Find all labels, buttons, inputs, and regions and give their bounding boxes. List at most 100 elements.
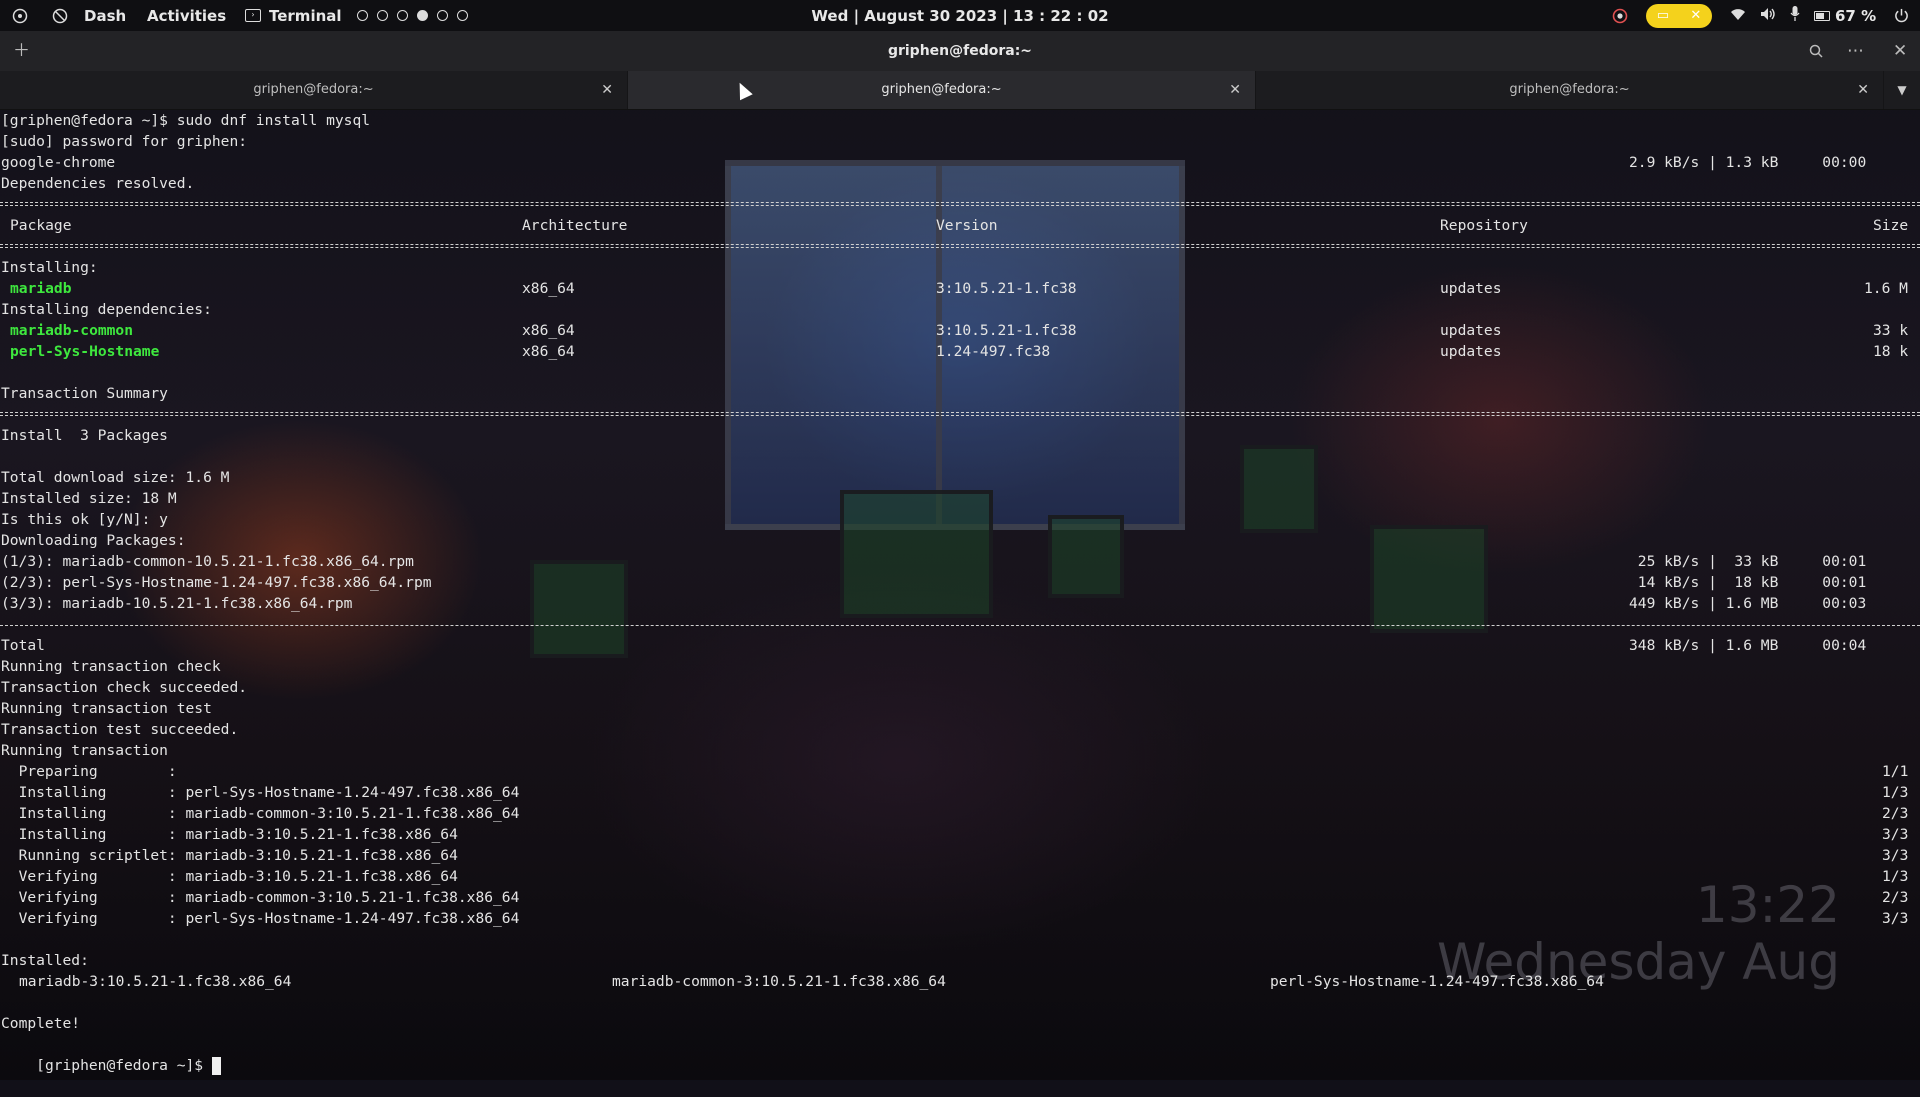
tab-2[interactable]: griphen@fedora:~ ✕: [628, 71, 1256, 109]
do-not-disturb-icon[interactable]: [52, 0, 68, 31]
close-tab-icon[interactable]: ✕: [1857, 71, 1869, 109]
deps-resolved: Dependencies resolved.: [1, 175, 195, 192]
action-line: Installing : mariadb-3:10.5.21-1.fc38.x8…: [1, 826, 458, 843]
action-count: 2/3: [1882, 805, 1909, 822]
tab-3[interactable]: griphen@fedora:~ ✕: [1256, 71, 1884, 109]
step-line: Transaction test succeeded.: [1, 721, 239, 738]
action-count: 1/3: [1882, 784, 1909, 801]
final-prompt: [griphen@fedora ~]$: [36, 1057, 204, 1074]
action-count: 3/3: [1882, 847, 1909, 864]
package-version: 3:10.5.21-1.fc38: [936, 322, 1077, 339]
action-count: 1/3: [1882, 868, 1909, 885]
sudo-prompt: [sudo] password for griphen:: [1, 133, 248, 150]
action-count: 3/3: [1882, 826, 1909, 843]
workspace-dot-3[interactable]: [397, 10, 408, 21]
top-bar: Dash Activities › Terminal Wed | August …: [0, 0, 1920, 31]
package-size: 33 k: [1873, 322, 1909, 339]
app-name: Terminal: [269, 6, 342, 25]
package-version: 1.24-497.fc38: [936, 343, 1051, 360]
system-status-area[interactable]: 67 %: [1730, 0, 1876, 31]
workspace-dot-5[interactable]: [437, 10, 448, 21]
workspace-dot-6[interactable]: [457, 10, 468, 21]
terminal-icon: ›: [245, 9, 261, 22]
transaction-summary: Transaction Summary: [1, 385, 168, 402]
confirm-prompt: Is this ok [y/N]: y: [1, 511, 168, 528]
screen-recorder-indicator[interactable]: ▭ ✕: [1646, 0, 1712, 31]
download-stats: 14 kB/s | 18 kB 00:01: [1629, 574, 1867, 591]
header-repo: Repository: [1440, 217, 1528, 234]
chrome-icon[interactable]: [1612, 0, 1628, 31]
package-arch: x86_64: [522, 322, 575, 339]
separator: [0, 202, 1920, 206]
tab-label: griphen@fedora:~: [1509, 82, 1630, 97]
package-size: 18 k: [1873, 343, 1909, 360]
tab-bar: griphen@fedora:~ ✕ griphen@fedora:~ ✕ gr…: [0, 71, 1920, 110]
package-name: mariadb-common: [10, 322, 134, 339]
menu-icon[interactable]: ⋯: [1847, 31, 1864, 71]
downloading-label: Downloading Packages:: [1, 532, 186, 549]
power-icon[interactable]: [1894, 0, 1909, 31]
battery-percent: 67 %: [1835, 6, 1877, 25]
total-label: Total: [1, 637, 45, 654]
header-version: Version: [936, 217, 998, 234]
power-menu-icon[interactable]: [12, 0, 28, 31]
package-repo: updates: [1440, 343, 1502, 360]
close-window-button[interactable]: ✕: [1893, 31, 1907, 71]
download-file: (3/3): mariadb-10.5.21-1.fc38.x86_64.rpm: [1, 595, 353, 612]
action-count: 1/1: [1882, 763, 1909, 780]
package-arch: x86_64: [522, 280, 575, 297]
separator: [0, 625, 1920, 626]
repo-stats: 2.9 kB/s | 1.3 kB 00:00: [1629, 154, 1867, 171]
battery-icon: [1814, 10, 1830, 21]
workspace-indicator[interactable]: [357, 0, 477, 31]
action-line: Installing : perl-Sys-Hostname-1.24-497.…: [1, 784, 520, 801]
download-stats: 25 kB/s | 33 kB 00:01: [1629, 553, 1867, 570]
activities-button[interactable]: Activities: [147, 0, 226, 31]
final-prompt-line[interactable]: [griphen@fedora ~]$: [1, 1034, 221, 1075]
battery-indicator: 67 %: [1814, 7, 1876, 25]
workspace-dot-4[interactable]: [417, 10, 428, 21]
close-tab-icon[interactable]: ✕: [1229, 71, 1241, 109]
tab-label: griphen@fedora:~: [253, 82, 374, 97]
action-count: 3/3: [1882, 910, 1909, 927]
header-arch: Architecture: [522, 217, 628, 234]
close-icon: ✕: [1690, 8, 1702, 23]
tab-overflow-dropdown-icon[interactable]: ▼: [1884, 71, 1920, 109]
workspace-dot-2[interactable]: [377, 10, 388, 21]
dash-button[interactable]: Dash: [84, 0, 126, 31]
monitor-icon: ▭: [1656, 8, 1669, 23]
terminal-headerbar: ＋ griphen@fedora:~ ⋯ ✕: [0, 31, 1920, 71]
package-repo: updates: [1440, 280, 1502, 297]
close-tab-icon[interactable]: ✕: [601, 71, 613, 109]
action-count: 2/3: [1882, 889, 1909, 906]
separator: [0, 412, 1920, 416]
step-line: Transaction check succeeded.: [1, 679, 248, 696]
total-stats: 348 kB/s | 1.6 MB 00:04: [1629, 637, 1867, 654]
tab-1[interactable]: griphen@fedora:~ ✕: [0, 71, 628, 109]
action-line: Installing : mariadb-common-3:10.5.21-1.…: [1, 805, 520, 822]
terminal-output[interactable]: [griphen@fedora ~]$ sudo dnf install mys…: [0, 110, 1920, 1080]
installing-label: Installing:: [1, 259, 98, 276]
package-name: mariadb: [10, 280, 72, 297]
package-repo: updates: [1440, 322, 1502, 339]
terminal-app-menu[interactable]: › Terminal: [245, 0, 342, 31]
step-line: Running transaction check: [1, 658, 221, 675]
installed-package: mariadb-common-3:10.5.21-1.fc38.x86_64: [612, 973, 946, 990]
workspace-dot-1[interactable]: [357, 10, 368, 21]
volume-icon: [1760, 7, 1776, 25]
tab-label: griphen@fedora:~: [881, 82, 1002, 97]
install-count: Install 3 Packages: [1, 427, 168, 444]
command-line: [griphen@fedora ~]$ sudo dnf install mys…: [1, 112, 371, 129]
repo-name: google-chrome: [1, 154, 116, 171]
search-icon[interactable]: [1809, 31, 1823, 71]
action-line: Running scriptlet: mariadb-3:10.5.21-1.f…: [1, 847, 458, 864]
action-line: Verifying : perl-Sys-Hostname-1.24-497.f…: [1, 910, 520, 927]
download-file: (2/3): perl-Sys-Hostname-1.24-497.fc38.x…: [1, 574, 432, 591]
microphone-icon: [1790, 6, 1800, 25]
wifi-icon: [1730, 7, 1746, 25]
header-size: Size: [1873, 217, 1909, 234]
window-title: griphen@fedora:~: [887, 43, 1033, 59]
step-line: Running transaction: [1, 742, 168, 759]
text-cursor: [211, 1057, 221, 1075]
action-line: Verifying : mariadb-3:10.5.21-1.fc38.x86…: [1, 868, 458, 885]
